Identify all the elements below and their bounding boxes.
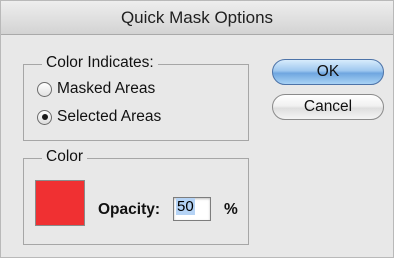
radio-selected-areas-label[interactable]: Selected Areas	[57, 108, 161, 126]
mask-color-swatch[interactable]	[35, 180, 85, 226]
radio-masked-areas[interactable]: Masked Areas	[37, 80, 155, 98]
cancel-button[interactable]: Cancel	[272, 94, 384, 120]
opacity-label: Opacity:	[98, 201, 161, 218]
color-indicates-group	[23, 64, 249, 141]
radio-selected-areas[interactable]: Selected Areas	[37, 108, 161, 126]
color-group-label: Color	[42, 148, 88, 166]
opacity-percent-label: %	[224, 201, 238, 218]
opacity-input[interactable]: 50	[173, 197, 211, 221]
radio-masked-areas-label[interactable]: Masked Areas	[57, 80, 155, 98]
dialog-title: Quick Mask Options	[1, 1, 393, 35]
opacity-value[interactable]: 50	[176, 198, 195, 215]
ok-button[interactable]: OK	[272, 59, 384, 85]
quick-mask-options-dialog: Quick Mask Options Color Indicates: Mask…	[0, 0, 394, 258]
color-indicates-label: Color Indicates:	[42, 54, 158, 72]
radio-button-icon[interactable]	[37, 81, 52, 97]
radio-button-checked-icon[interactable]	[37, 109, 52, 125]
